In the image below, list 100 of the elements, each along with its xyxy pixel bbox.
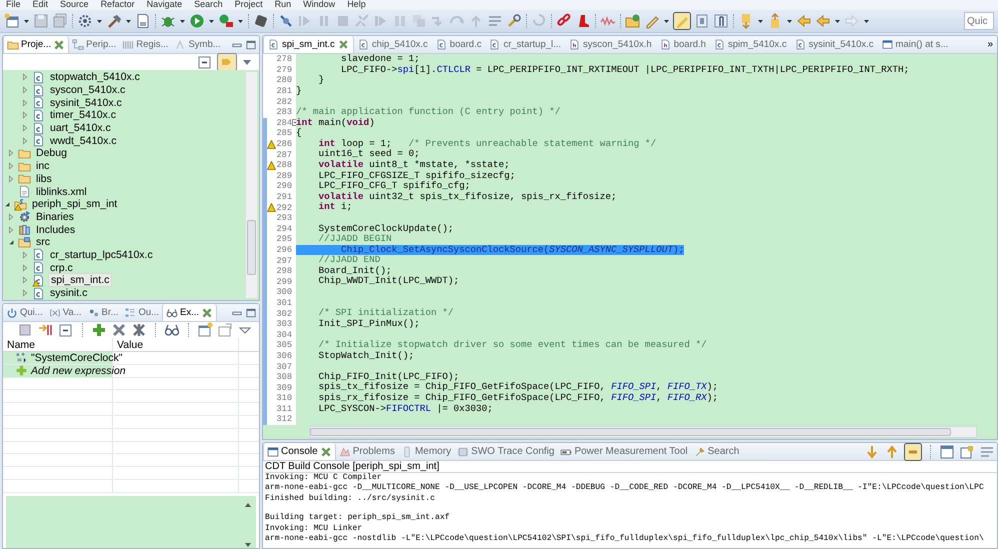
expand-arrow-icon[interactable] [7, 174, 15, 183]
tab[interactable]: Memory [398, 443, 454, 460]
tab[interactable]: Symb... [171, 36, 224, 53]
tree-item[interactable]: liblinks.xml [34, 186, 89, 198]
warning-icon[interactable] [267, 160, 276, 170]
highlight-icon[interactable] [673, 12, 691, 30]
expand-arrow-icon[interactable] [21, 289, 29, 298]
tree-item[interactable]: wwdt_5410x.c [48, 134, 119, 147]
scroll-down-icon[interactable] [244, 542, 252, 548]
tab[interactable]: syscon_5410x.h [565, 36, 656, 53]
tree-item[interactable]: cr_startup_lpc5410x.c [48, 248, 155, 261]
menu-item[interactable]: Run [274, 0, 292, 10]
tree-item[interactable]: spi_sm_int.c [48, 273, 112, 288]
tab[interactable]: spim_5410x.c [710, 36, 791, 53]
skip-breakpoints-icon[interactable] [278, 13, 294, 29]
pin-console-icon[interactable] [959, 444, 975, 460]
whitespace-icon[interactable] [713, 13, 729, 29]
tab[interactable]: Console [263, 443, 336, 460]
open-folder-icon[interactable] [625, 13, 641, 29]
add-expression-item[interactable]: Add new expression [31, 364, 126, 377]
add-icon[interactable] [91, 322, 107, 338]
hammer-icon[interactable] [106, 13, 122, 29]
close-icon[interactable] [320, 446, 332, 458]
tree-item[interactable]: Debug [34, 147, 69, 160]
tree-item[interactable]: timer_5410x.c [48, 109, 118, 122]
expand-arrow-icon[interactable] [21, 250, 29, 259]
link-with-editor-icon[interactable] [217, 53, 237, 71]
tab[interactable]: Ou... [121, 304, 162, 321]
menu-item[interactable]: Project [234, 0, 263, 10]
tree-item[interactable]: src [34, 236, 52, 248]
wrench-icon[interactable] [506, 13, 522, 29]
save-all-icon[interactable] [52, 13, 68, 29]
glasses-icon[interactable] [164, 322, 180, 338]
collapse-all-icon[interactable] [197, 54, 213, 70]
collapse-all-icon[interactable] [58, 322, 74, 338]
tree-item[interactable]: crp.c [48, 262, 75, 274]
collapse-arrow-icon[interactable] [7, 238, 15, 246]
expand-arrow-icon[interactable] [7, 162, 15, 170]
menu-item[interactable]: Window [303, 0, 336, 10]
tree-item[interactable]: stopwatch_5410x.c [48, 71, 142, 84]
tree-item[interactable]: libs [34, 172, 54, 185]
document-icon[interactable] [135, 13, 151, 29]
collapse-arrow-icon[interactable] [3, 200, 11, 208]
tab[interactable]: Perip... [69, 36, 120, 53]
remove-all-icon[interactable] [131, 322, 147, 338]
tree-item[interactable]: periph_spi_sm_int [30, 198, 120, 210]
more-tabs-button[interactable]: » [983, 39, 997, 50]
tab[interactable]: sysinit_5410x.c [790, 36, 878, 53]
tab[interactable]: chip_5410x.c [354, 36, 432, 53]
tab[interactable]: spi_sm_int.c [263, 36, 354, 53]
warning-icon[interactable] [267, 203, 276, 212]
tab[interactable]: main() at s... [878, 36, 952, 53]
tree-item[interactable]: inc [34, 160, 52, 172]
scroll-up-icon[interactable] [244, 502, 252, 508]
expand-arrow-icon[interactable] [7, 226, 15, 234]
expand-arrow-icon[interactable] [21, 111, 29, 120]
expand-arrow-icon[interactable] [21, 276, 29, 284]
menu-item[interactable]: Edit [32, 0, 48, 10]
expand-arrow-icon[interactable] [21, 98, 29, 107]
scroll-lock-icon[interactable] [904, 443, 922, 460]
expand-arrow-icon[interactable] [21, 124, 29, 132]
menu-item[interactable]: Source [60, 0, 89, 10]
tree-item[interactable]: Includes [34, 224, 78, 236]
tree-item[interactable]: syscon_5410x.c [48, 84, 128, 96]
menu-item[interactable]: Search [194, 0, 223, 10]
debug-stop-icon[interactable] [218, 13, 234, 29]
menu-item[interactable]: Refactor [100, 0, 135, 10]
maximize-icon[interactable] [246, 308, 256, 318]
close-icon[interactable] [201, 306, 214, 318]
scrollbar[interactable] [309, 426, 977, 438]
tab[interactable]: Ex... [162, 304, 218, 321]
menu-item[interactable]: Navigate [146, 0, 182, 10]
expand-arrow-icon[interactable] [21, 73, 29, 82]
tree-item[interactable]: sysinit.c [48, 287, 90, 300]
tree-item[interactable]: Binaries [34, 210, 76, 223]
tree-item[interactable]: sysinit_5410x.c [48, 96, 124, 109]
expand-arrow-icon[interactable] [21, 136, 29, 145]
expand-arrow-icon[interactable] [7, 212, 15, 221]
expand-arrow-icon[interactable] [21, 264, 29, 272]
tab[interactable]: Search [690, 443, 742, 460]
warning-icon[interactable] [267, 140, 276, 149]
remove-icon[interactable] [111, 322, 127, 338]
tab[interactable]: board.c [432, 36, 486, 53]
new-file-icon[interactable] [4, 13, 20, 29]
column-header[interactable]: Value [113, 338, 239, 351]
tab[interactable]: cr_startup_l... [485, 36, 566, 53]
tab[interactable]: Br... [84, 304, 122, 321]
tab[interactable]: Qui... [3, 304, 46, 321]
tab[interactable]: Power Measurement Tool [557, 443, 691, 460]
gear-icon[interactable] [77, 13, 93, 29]
close-icon[interactable] [338, 39, 349, 50]
tab[interactable]: SWO Trace Config [454, 443, 558, 460]
export-icon[interactable] [217, 322, 233, 338]
new-window-icon[interactable] [197, 322, 213, 338]
column-header[interactable]: Name [3, 338, 113, 351]
maximize-icon[interactable] [246, 40, 256, 50]
tree-item[interactable]: uart_5410x.c [48, 122, 113, 134]
menu-item[interactable]: Help [347, 0, 366, 10]
tab[interactable]: Problems [336, 443, 398, 460]
display-console-icon[interactable] [939, 444, 955, 460]
